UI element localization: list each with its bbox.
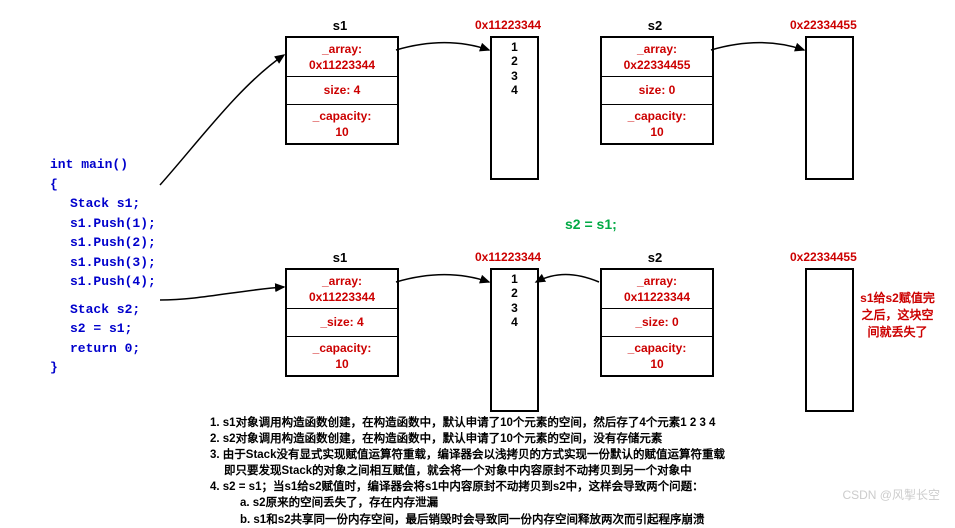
s2-capacity-cell: _capacity: 10 (602, 105, 712, 143)
mem1-box-bottom: 1 2 3 4 (490, 268, 539, 412)
footer-line: 1. s1对象调用构造函数创建，在构造函数中，默认申请了10个元素的空间，然后存… (210, 415, 725, 431)
footer-line: 2. s2对象调用构造函数创建，在构造函数中，默认申请了10个元素的空间，没有存… (210, 431, 725, 447)
s2-capacity-cell-b: _capacity: 10 (602, 337, 712, 375)
footer-line: b. s1和s2共享同一份内存空间，最后销毁时会导致同一份内存空间释放两次而引起… (210, 512, 725, 528)
s1-size-cell-b: _size: 4 (287, 309, 397, 336)
s1-box-bottom: _array: 0x11223344 _size: 4 _capacity: 1… (285, 268, 399, 377)
mem1-items-b: 1 2 3 4 (492, 270, 537, 330)
mem1-addr-top: 0x11223344 (475, 18, 541, 32)
s1-box-top: _array: 0x11223344 size: 4 _capacity: 10 (285, 36, 399, 145)
code-block: int main() { Stack s1; s1.Push(1); s1.Pu… (50, 155, 156, 378)
code-line: s2 = s1; (50, 319, 156, 339)
s1-capacity-cell: _capacity: 10 (287, 105, 397, 143)
mem1-addr-bottom: 0x11223344 (475, 250, 541, 264)
s1-size-cell: size: 4 (287, 77, 397, 104)
mem2-addr-bottom: 0x22334455 (790, 250, 857, 264)
footer-line: a. s2原来的空间丢失了，存在内存泄漏 (210, 495, 725, 511)
s1-label-top: s1 (285, 18, 395, 33)
lost-space-note: s1给s2赋值完之后，这块空间就丢失了 (860, 290, 935, 340)
s1-label-bottom: s1 (285, 250, 395, 265)
s2-size-cell: size: 0 (602, 77, 712, 104)
s2-label-bottom: s2 (600, 250, 710, 265)
s2-size-cell-b: _size: 0 (602, 309, 712, 336)
code-line: s1.Push(3); (50, 253, 156, 273)
code-line: { (50, 175, 156, 195)
code-line: return 0; (50, 339, 156, 359)
mem1-box-top: 1 2 3 4 (490, 36, 539, 180)
s1-array-cell: _array: 0x11223344 (287, 38, 397, 77)
assign-text: s2 = s1; (565, 216, 617, 232)
mem2-box-bottom (805, 268, 854, 412)
footer-text: 1. s1对象调用构造函数创建，在构造函数中，默认申请了10个元素的空间，然后存… (210, 415, 725, 528)
s2-array-cell: _array: 0x22334455 (602, 38, 712, 77)
code-line: int main() (50, 155, 156, 175)
s1-capacity-cell-b: _capacity: 10 (287, 337, 397, 375)
watermark: CSDN @风掣长空 (842, 486, 940, 503)
mem2-box-top (805, 36, 854, 180)
footer-line: 3. 由于Stack没有显式实现赋值运算符重载，编译器会以浅拷贝的方式实现一份默… (210, 447, 725, 463)
code-line: s1.Push(2); (50, 233, 156, 253)
code-line: } (50, 358, 156, 378)
mem2-addr-top: 0x22334455 (790, 18, 857, 32)
s2-array-cell-b: _array: 0x11223344 (602, 270, 712, 309)
footer-line: 即只要发现Stack的对象之间相互赋值，就会将一个对象中内容原封不动拷贝到另一个… (210, 463, 725, 479)
mem1-items: 1 2 3 4 (492, 38, 537, 98)
code-line: s1.Push(1); (50, 214, 156, 234)
s2-box-bottom: _array: 0x11223344 _size: 0 _capacity: 1… (600, 268, 714, 377)
footer-line: 4. s2 = s1；当s1给s2赋值时，编译器会将s1中内容原封不动拷贝到s2… (210, 479, 725, 495)
code-line: Stack s2; (50, 300, 156, 320)
s1-array-cell-b: _array: 0x11223344 (287, 270, 397, 309)
code-line: Stack s1; (50, 194, 156, 214)
code-line: s1.Push(4); (50, 272, 156, 292)
s2-box-top: _array: 0x22334455 size: 0 _capacity: 10 (600, 36, 714, 145)
s2-label-top: s2 (600, 18, 710, 33)
